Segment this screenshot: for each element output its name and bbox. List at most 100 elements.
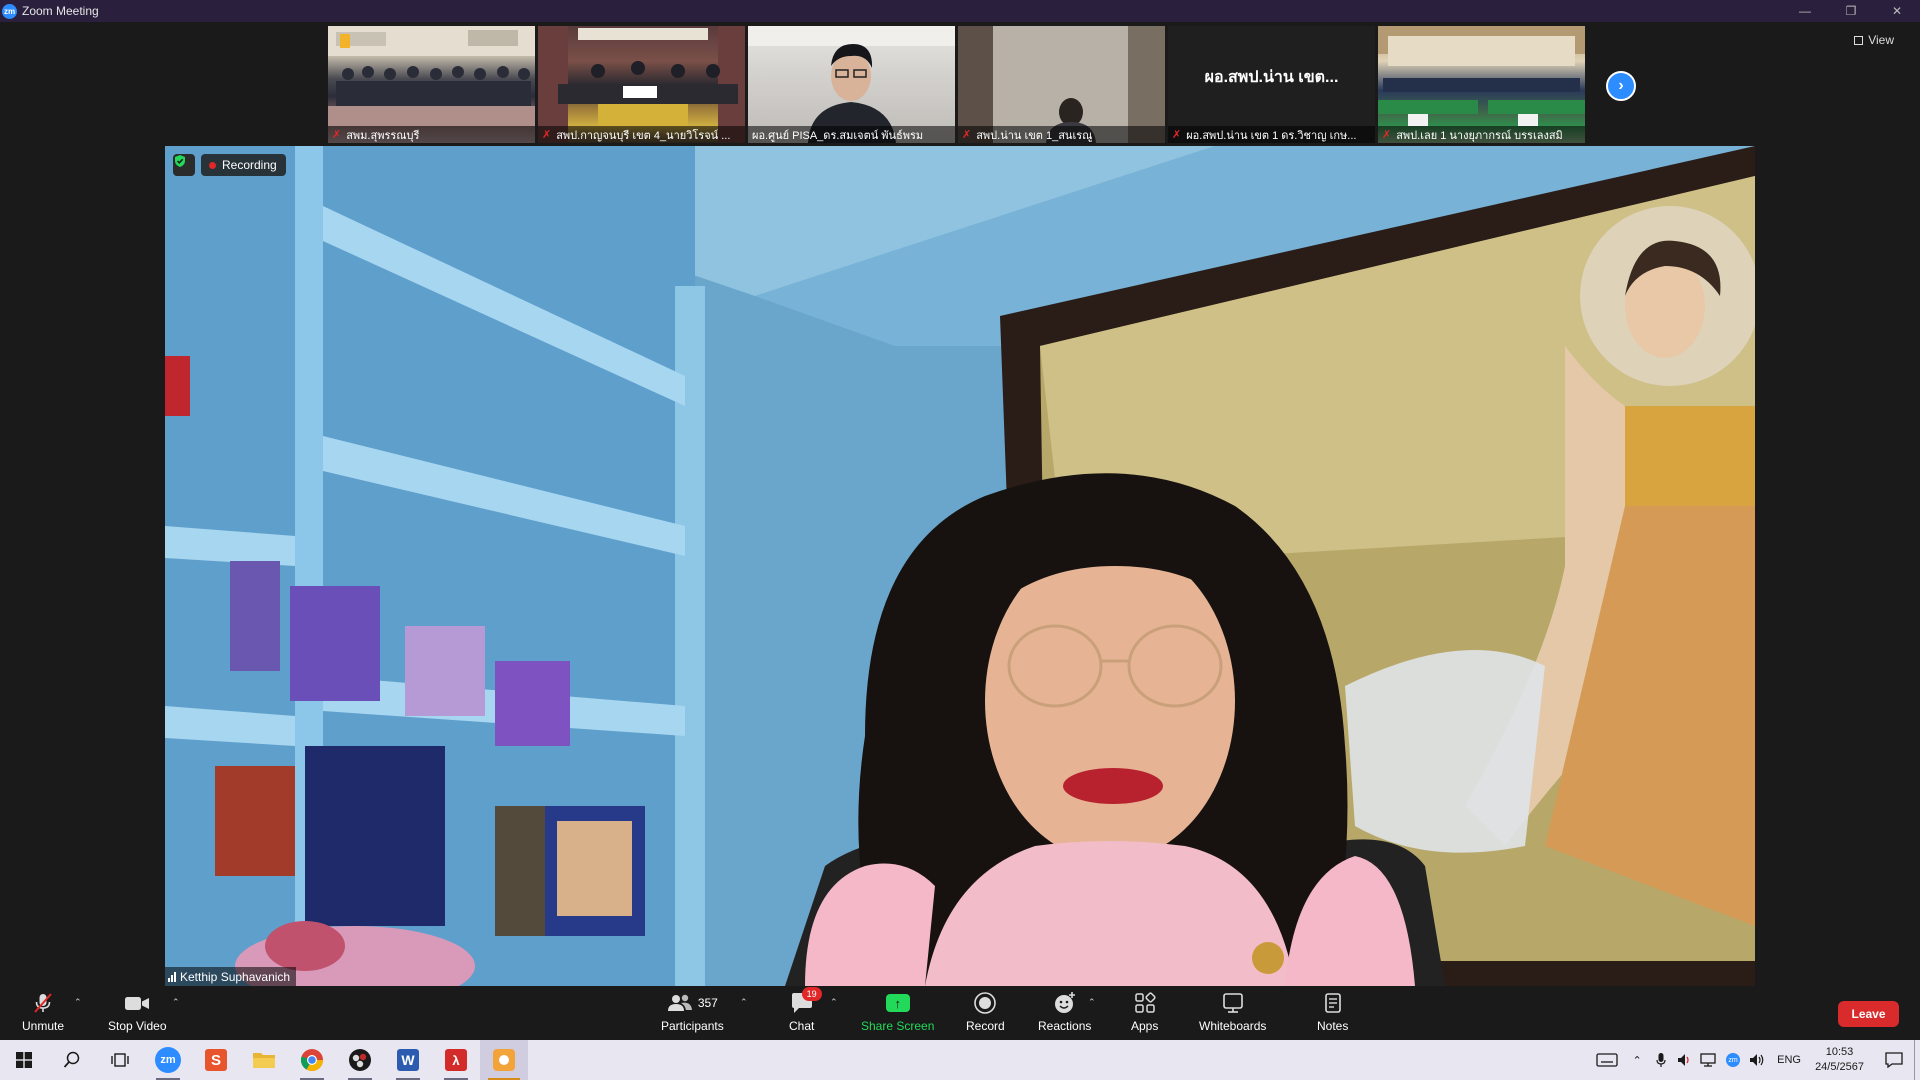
participant-name: สพป.กาญจนบุรี เขต 4_นายวิโรจน์ ... xyxy=(556,129,731,142)
share-screen-label: Share Screen xyxy=(861,1019,935,1033)
share-screen-button[interactable]: ↑ Share Screen xyxy=(861,991,934,1033)
chevron-right-icon: › xyxy=(1618,77,1624,94)
reactions-button[interactable]: Reactions xyxy=(1038,991,1091,1033)
share-screen-icon: ↑ xyxy=(885,994,910,1012)
stop-video-button[interactable]: Stop Video xyxy=(108,991,167,1033)
participant-strip: ✗ สพม.สุพรรณบุรี ✗ สพป.กาญจนบุรี เขต 4_นาย… xyxy=(328,26,1585,143)
chat-unread-badge: 19 xyxy=(801,987,822,1001)
participant-name: ผอ.ศูนย์ PISA_ดร.สมเจตน์ พันธ์พรม xyxy=(752,129,924,142)
restore-icon[interactable]: ❐ xyxy=(1828,0,1874,22)
participant-name: สพป.น่าน เขต 1_สนเรณู xyxy=(976,129,1093,142)
participant-name: ผอ.สพป.น่าน เขต 1 ดร.วิชาญ เกษ... xyxy=(1186,129,1357,142)
chat-label: Chat xyxy=(789,1019,815,1033)
close-icon[interactable]: ✕ xyxy=(1874,0,1920,22)
participant-thumbnail[interactable]: ผอ.สพป.น่าน เขต... ✗ ผอ.สพป.น่าน เขต 1 ดร… xyxy=(1168,26,1375,143)
chevron-up-icon[interactable]: ⌃ xyxy=(1625,1040,1649,1080)
show-desktop-button[interactable] xyxy=(1914,1040,1920,1080)
participants-count: 357 xyxy=(697,996,718,1010)
participant-thumbnail[interactable]: ผอ.ศูนย์ PISA_ดร.สมเจตน์ พันธ์พรม xyxy=(748,26,955,143)
microphone-tray-icon[interactable] xyxy=(1649,1040,1673,1080)
chat-caret-icon[interactable]: ⌃ xyxy=(830,997,838,1008)
record-button[interactable]: Record xyxy=(966,991,1005,1033)
notes-label: Notes xyxy=(1317,1019,1349,1033)
next-page-button[interactable]: › xyxy=(1606,71,1636,101)
file-explorer-icon[interactable] xyxy=(240,1040,288,1080)
participant-name: สพม.สุพรรณบุรี xyxy=(346,129,420,142)
recording-label: Recording xyxy=(222,158,277,172)
clock-time: 10:53 xyxy=(1825,1046,1854,1058)
participant-thumbnail[interactable]: ✗ สพป.เลย 1 นางยุภากรณ์ บรรเลงสมิ xyxy=(1378,26,1585,143)
slides-icon[interactable]: S xyxy=(192,1040,240,1080)
participants-button[interactable]: 357 Participants xyxy=(661,991,724,1033)
title-bar: zm Zoom Meeting — ❐ ✕ xyxy=(0,0,1920,22)
muted-microphone-icon xyxy=(34,993,52,1013)
stop-video-label: Stop Video xyxy=(108,1019,167,1033)
active-speaker-video: Recording Ketthip Suphavanich xyxy=(165,146,1755,986)
volume-icon[interactable] xyxy=(1745,1040,1769,1080)
notes-icon xyxy=(1324,993,1341,1013)
participants-label: Participants xyxy=(661,1019,724,1033)
muted-mic-icon: ✗ xyxy=(1382,129,1392,141)
muted-mic-icon: ✗ xyxy=(332,129,342,141)
meeting-area: ✗ สพม.สุพรรณบุรี ✗ สพป.กาญจนบุรี เขต 4_นาย… xyxy=(0,22,1920,987)
apps-button[interactable]: Apps xyxy=(1131,991,1158,1033)
participant-display-name: ผอ.สพป.น่าน เขต... xyxy=(1204,69,1339,86)
whiteboards-button[interactable]: Whiteboards xyxy=(1199,991,1266,1033)
notes-button[interactable]: Notes xyxy=(1317,991,1348,1033)
obs-icon[interactable] xyxy=(336,1040,384,1080)
zoom-icon[interactable]: zm xyxy=(144,1040,192,1080)
view-button-label: View xyxy=(1868,33,1894,47)
start-icon[interactable] xyxy=(0,1040,48,1080)
network-icon[interactable] xyxy=(1697,1040,1721,1080)
speaker-name-tag: Ketthip Suphavanich xyxy=(165,967,297,986)
clock[interactable]: 10:53 24/5/2567 xyxy=(1815,1045,1864,1075)
audio-options-caret-icon[interactable]: ⌃ xyxy=(74,997,82,1008)
acrobat-icon[interactable]: λ xyxy=(432,1040,480,1080)
video-options-caret-icon[interactable]: ⌃ xyxy=(172,997,180,1008)
whiteboard-icon xyxy=(1222,993,1243,1013)
speaker-muted-tray-icon[interactable] xyxy=(1673,1040,1697,1080)
search-icon[interactable] xyxy=(48,1040,96,1080)
smiley-reaction-icon xyxy=(1054,992,1075,1013)
reactions-label: Reactions xyxy=(1038,1019,1092,1033)
task-view-icon[interactable] xyxy=(96,1040,144,1080)
unmute-label: Unmute xyxy=(22,1019,65,1033)
touch-keyboard-icon[interactable] xyxy=(1589,1040,1625,1080)
record-icon xyxy=(974,992,997,1014)
participant-name: สพป.เลย 1 นางยุภากรณ์ บรรเลงสมิ xyxy=(1396,129,1563,142)
window-title: Zoom Meeting xyxy=(22,4,99,18)
reactions-caret-icon[interactable]: ⌃ xyxy=(1088,997,1096,1008)
participant-thumbnail[interactable]: ✗ สพม.สุพรรณบุรี xyxy=(328,26,535,143)
participant-thumbnail[interactable]: ✗ สพป.กาญจนบุรี เขต 4_นายวิโรจน์ ... xyxy=(538,26,745,143)
muted-mic-icon: ✗ xyxy=(1172,129,1182,141)
participants-caret-icon[interactable]: ⌃ xyxy=(740,997,748,1008)
zoom-logo-icon: zm xyxy=(2,3,17,19)
minimize-icon[interactable]: — xyxy=(1782,0,1828,22)
system-tray: ⌃ zm ENG 10:53 24/5/2567 xyxy=(1589,1040,1920,1080)
leave-button[interactable]: Leave xyxy=(1838,1001,1899,1027)
notification-center-icon[interactable] xyxy=(1874,1040,1914,1080)
chrome-icon[interactable] xyxy=(288,1040,336,1080)
apps-icon xyxy=(1134,992,1156,1013)
encryption-shield-icon[interactable] xyxy=(173,154,195,176)
speaker-name: Ketthip Suphavanich xyxy=(180,969,291,984)
windows-taskbar: zm S W λ ⌃ zm ENG 10:53 24/5/2567 xyxy=(0,1040,1920,1080)
video-camera-icon xyxy=(125,997,150,1010)
participant-thumbnail[interactable]: ✗ สพป.น่าน เขต 1_สนเรณู xyxy=(958,26,1165,143)
muted-mic-icon: ✗ xyxy=(542,129,552,141)
grid-view-icon xyxy=(1854,35,1864,45)
recording-indicator[interactable]: Recording xyxy=(201,154,286,176)
view-button[interactable]: View xyxy=(1854,33,1894,47)
language-indicator[interactable]: ENG xyxy=(1769,1040,1809,1080)
chat-button[interactable]: 19 Chat xyxy=(789,987,822,1033)
muted-mic-icon: ✗ xyxy=(962,129,972,141)
meeting-toolbar: Unmute ⌃ Stop Video ⌃ 357 Participants ⌃ xyxy=(0,987,1920,1040)
app-icon[interactable] xyxy=(480,1040,528,1080)
participants-icon xyxy=(667,994,692,1011)
zoom-tray-icon[interactable]: zm xyxy=(1721,1040,1745,1080)
whiteboards-label: Whiteboards xyxy=(1199,1019,1267,1033)
record-label: Record xyxy=(966,1019,1005,1033)
word-icon[interactable]: W xyxy=(384,1040,432,1080)
apps-label: Apps xyxy=(1131,1019,1159,1033)
unmute-button[interactable]: Unmute xyxy=(22,991,64,1033)
